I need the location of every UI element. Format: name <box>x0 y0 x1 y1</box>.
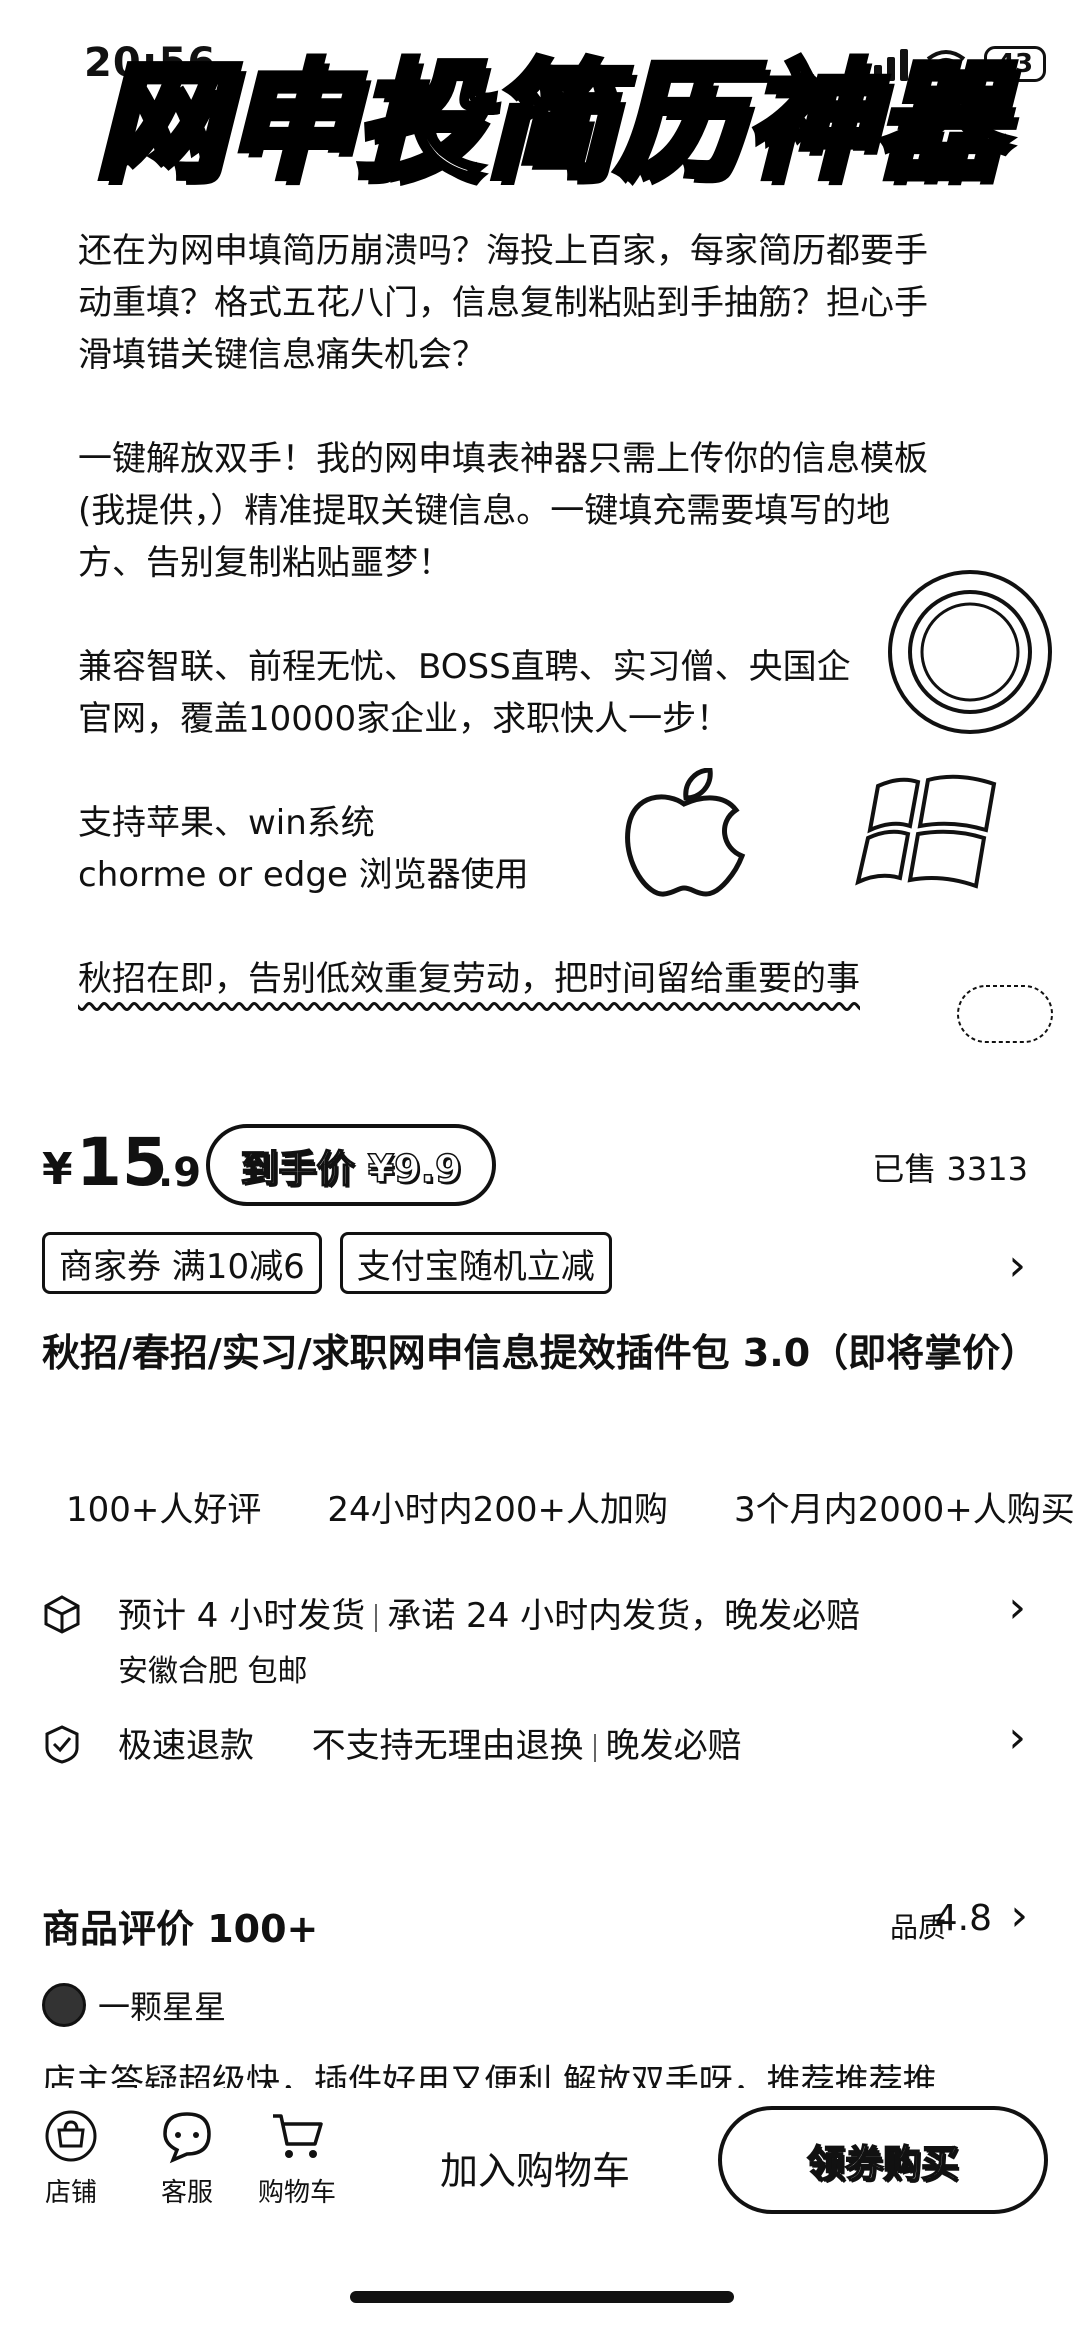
stats-row: 100+人好评 24小时内200+人加购 3个月内2000+人购买 <box>66 1482 1080 1531</box>
chevron-right-icon[interactable]: › <box>1008 1712 1026 1763</box>
add-to-cart-button[interactable]: 加入购物车 <box>440 2140 630 2195</box>
product-title: 秋招/春招/实习/求职网申信息提效插件包 3.0（即将掌价） <box>42 1331 1039 1375</box>
service-label: 客服 <box>160 2178 213 2208</box>
promo-paragraph-pain: 还在为网申填简历崩溃吗？海投上百家，每家简历都要手 动重填？格式五花八门，信息复… <box>78 231 928 375</box>
refund-row[interactable]: 极速退款 不支持无理由退换 晚发必赔 › <box>42 1712 1038 1778</box>
home-indicator[interactable] <box>350 2291 734 2303</box>
apple-icon <box>625 768 746 897</box>
promo-banner: 网申投简历神器 <box>92 45 1006 200</box>
chevron-right-icon[interactable]: › <box>1008 1240 1026 1291</box>
divider <box>593 1733 596 1762</box>
review-snippet[interactable]: 店主答疑超级快，插件好用又便利 解放双手呀，推荐推荐推 <box>42 2052 1042 2088</box>
shield-check-icon <box>45 1725 79 1764</box>
price-row: ¥ 15 .9 到手价 ¥9.9 已售 3313 <box>42 1122 1038 1212</box>
reviewer-name: 一颗星星 <box>98 1988 227 2026</box>
price-main: 15 <box>76 1124 168 1201</box>
promo-paragraph-solution: 一键解放双手！我的网申填表神器只需上传你的信息模板 (我提供，）精准提取关键信息… <box>78 439 928 583</box>
chevron-right-icon[interactable]: › <box>1008 1582 1026 1633</box>
cart-label: 购物车 <box>257 2178 336 2208</box>
windows-icon <box>855 774 997 889</box>
quality-score: 4.8 <box>934 1898 992 1939</box>
stat-cart-adds: 24小时内200+人加购 <box>327 1490 669 1530</box>
net-price-badge: 到手价 ¥9.9 <box>206 1124 496 1206</box>
shipping-estimate: 预计 4 小时发货 <box>118 1596 366 1636</box>
customer-service-button[interactable]: 客服 <box>142 2108 232 2209</box>
reviews-title: 商品评价 100+ <box>42 1907 319 1951</box>
coupon-merchant[interactable]: 商家券 满10减6 <box>42 1232 322 1294</box>
shop-button[interactable]: 店铺 <box>26 2108 116 2209</box>
chevron-right-icon[interactable]: › <box>1010 1890 1028 1941</box>
refund-info: 极速退款 不支持无理由退换 晚发必赔 <box>118 1718 742 1767</box>
cart-icon <box>273 2114 323 2158</box>
refund-compensation: 晚发必赔 <box>605 1726 742 1766</box>
shipping-row[interactable]: 预计 4 小时发货 承诺 24 小时内发货，晚发必赔 安徽合肥 包邮 › <box>42 1582 1038 1698</box>
shop-label: 店铺 <box>44 2178 97 2208</box>
cart-button[interactable]: 购物车 <box>252 2108 342 2209</box>
sold-count: 已售 3313 <box>872 1150 1028 1188</box>
price-currency: ¥ <box>42 1144 73 1195</box>
reviews-header[interactable]: 商品评价 100+ 品质 4.8 › <box>42 1890 1038 1951</box>
coupon-row[interactable]: 商家券 满10减6 支付宝随机立减 › <box>42 1230 1038 1296</box>
floating-ring-icon[interactable] <box>886 568 1054 736</box>
shop-icon <box>45 2110 97 2162</box>
shipping-info: 预计 4 小时发货 承诺 24 小时内发货，晚发必赔 <box>118 1588 860 1637</box>
price-decimal: .9 <box>158 1150 202 1196</box>
coupon-alipay[interactable]: 支付宝随机立减 <box>339 1232 612 1294</box>
shipping-origin: 安徽合肥 包邮 <box>118 1654 308 1689</box>
refund-label: 极速退款 <box>118 1726 254 1766</box>
avatar <box>42 1983 86 2027</box>
banner-title: 网申投简历神器 <box>92 45 1006 200</box>
buy-with-coupon-button[interactable]: 领券购买 <box>718 2106 1048 2214</box>
stat-reviews: 100+人好评 <box>66 1490 262 1530</box>
reviewer: 一颗星星 <box>42 1982 226 2028</box>
shipping-promise: 承诺 24 小时内发货，晚发必赔 <box>387 1596 861 1636</box>
pill-decoration-icon <box>957 985 1053 1043</box>
refund-policy: 不支持无理由退换 <box>311 1726 584 1766</box>
divider <box>375 1603 378 1632</box>
promo-final-line: 秋招在即，告别低效重复劳动，把时间留给重要的事 <box>78 959 860 999</box>
package-icon <box>44 1595 80 1634</box>
promo-paragraph-compat: 兼容智联、前程无忧、BOSS直聘、实习僧、央国企 官网，覆盖10000家企业，求… <box>78 647 851 739</box>
stat-purchases: 3个月内2000+人购买 <box>734 1490 1075 1530</box>
chat-icon <box>163 2112 211 2164</box>
